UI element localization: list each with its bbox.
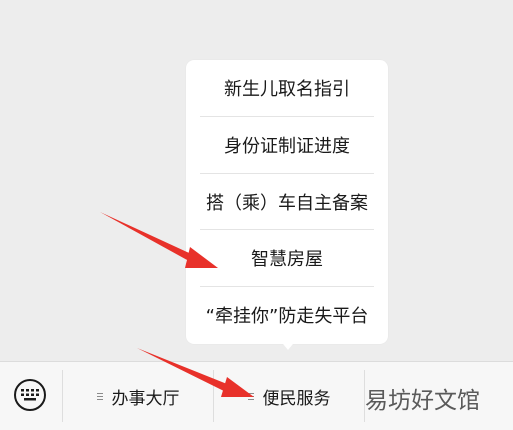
menu-item-id-card-progress[interactable]: 身份证制证进度 (200, 117, 374, 173)
tab-service-hall[interactable]: 办事大厅 (63, 362, 213, 430)
menu-item-newborn-naming[interactable]: 新生儿取名指引 (200, 60, 374, 116)
popup-pointer (279, 339, 297, 350)
keyboard-toggle-button[interactable] (14, 379, 46, 411)
tab-convenience-services[interactable]: 便民服务 (214, 362, 364, 430)
tab-label: 便民服务 (262, 388, 331, 409)
menu-item-ride-registration[interactable]: 搭（乘）车自主备案 (200, 174, 374, 230)
tab-label: 办事大厅 (111, 388, 180, 409)
service-popup-menu: 新生儿取名指引 身份证制证进度 搭（乘）车自主备案 智慧房屋 “牵挂你”防走失平… (186, 60, 388, 344)
menu-lines-icon (96, 392, 105, 401)
watermark: 易坊好文馆 (365, 381, 480, 415)
menu-item-smart-housing[interactable]: 智慧房屋 (200, 230, 374, 286)
menu-item-anti-lost-platform[interactable]: “牵挂你”防走失平台 (200, 287, 374, 343)
keyboard-icon (21, 389, 39, 401)
menu-lines-icon (247, 392, 256, 401)
